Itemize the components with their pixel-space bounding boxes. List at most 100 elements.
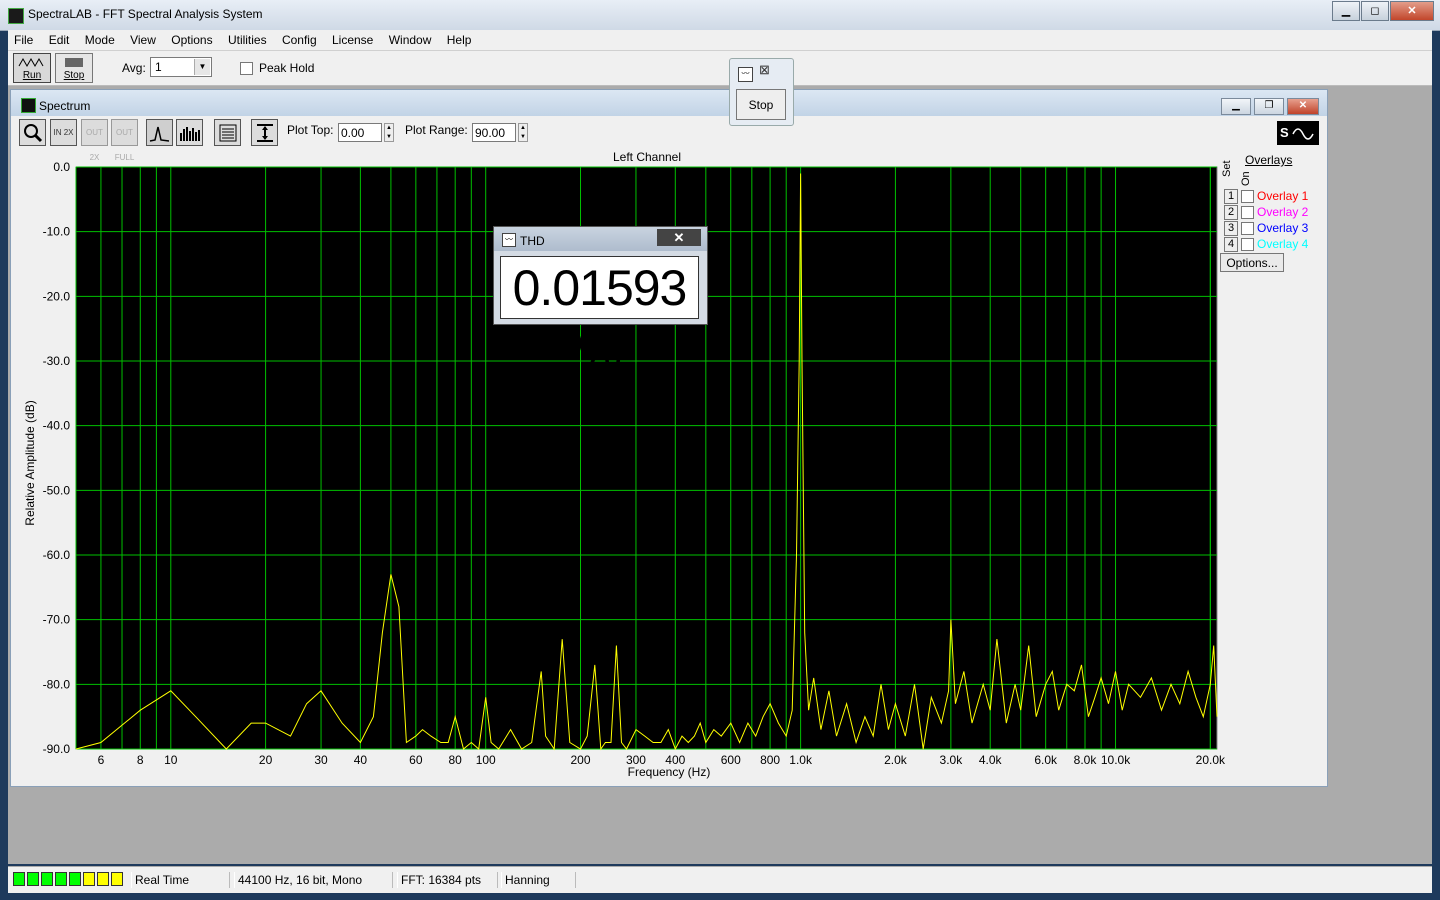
overlay-checkbox-1[interactable] [1241,190,1254,203]
x-tick-label: 6.0k [1034,753,1058,767]
x-tick-label: 20 [259,753,273,767]
x-tick-label: 80 [449,753,463,767]
line-plot-icon[interactable] [146,119,173,146]
meter-segment [111,872,123,886]
y-tick-label: -60.0 [43,548,71,562]
chevron-down-icon[interactable]: ▼ [194,59,210,75]
autoscale-icon[interactable] [251,119,278,146]
sine-wave-logo-icon [1292,127,1314,140]
window-titlebar: SpectraLAB - FFT Spectral Analysis Syste… [0,0,1440,31]
x-tick-label: 8 [137,753,144,767]
peak-hold-label: Peak Hold [259,61,315,75]
overlay-set-button-1[interactable]: 1 [1224,189,1238,204]
overlay-checkbox-3[interactable] [1241,222,1254,235]
meter-segment [27,872,39,886]
peak-hold-checkbox[interactable] [240,62,253,75]
window-controls: ▁ ◻ ✕ [1331,1,1434,21]
stop-icon [65,58,83,67]
x-tick-label: 600 [721,753,741,767]
y-tick-label: -90.0 [43,742,71,756]
y-tick-label: -70.0 [43,613,71,627]
overlay-label-4: Overlay 4 [1257,237,1309,251]
set-header: Set [1221,160,1233,177]
spectrum-restore-button[interactable]: ❐ [1254,98,1284,115]
y-tick-label: -50.0 [43,483,71,497]
status-bar: Real Time 44100 Hz, 16 bit, Mono FFT: 16… [8,866,1432,893]
x-axis-label: Frequency (Hz) [628,765,711,779]
maximize-button[interactable]: ◻ [1361,1,1389,21]
popup-close-icon[interactable]: ⊠ [759,62,770,78]
menu-bar: File Edit Mode View Options Utilities Co… [8,30,1432,51]
spectrum-window-controls: ▁ ❐ ✕ [1218,98,1319,115]
run-wave-icon [18,57,44,68]
x-tick-label: 8.0k [1074,753,1098,767]
zoom-full-button[interactable]: OUT FULL [111,119,138,162]
stop-popup-window: 〰 ⊠ Stop [729,58,794,126]
y-tick-label: -40.0 [43,419,71,433]
x-tick-label: 10 [164,753,178,767]
plot-top-label: Plot Top: [287,123,334,137]
menu-help[interactable]: Help [441,30,478,50]
run-button[interactable]: Run [13,53,51,83]
overlay-set-button-4[interactable]: 4 [1224,237,1238,252]
plot-range-spinner[interactable]: ▲ ▼ [518,123,528,142]
overlay-checkbox-4[interactable] [1241,238,1254,251]
y-axis-label: Relative Amplitude (dB) [23,400,37,525]
menu-license[interactable]: License [326,30,379,50]
menu-config[interactable]: Config [276,30,323,50]
x-tick-label: 100 [476,753,496,767]
overlay-options-button[interactable]: Options... [1220,253,1284,272]
plot-top-spinner[interactable]: ▲ ▼ [384,123,394,142]
meter-segment [13,872,25,886]
bar-plot-icon[interactable] [176,119,203,146]
spectrum-title: Spectrum [39,99,91,113]
popup-stop-button[interactable]: Stop [736,89,786,120]
plot-range-input[interactable]: 90.00 [472,123,516,142]
run-label: Run [22,70,42,81]
overlay-set-button-3[interactable]: 3 [1224,221,1238,236]
status-fft: FFT: 16384 pts [397,872,498,888]
y-tick-label: 0.0 [53,160,70,174]
menu-mode[interactable]: Mode [79,30,121,50]
y-tick-label: -30.0 [43,354,71,368]
avg-label: Avg: [122,61,146,75]
overlay-checkbox-2[interactable] [1241,206,1254,219]
menu-window[interactable]: Window [383,30,438,50]
meter-segment [41,872,53,886]
x-tick-label: 20.0k [1196,753,1226,767]
minimize-button[interactable]: ▁ [1332,1,1360,21]
y-tick-labels: 0.0 -10.0 -20.0 -30.0 -40.0 -50.0 -60.0 -70.0 -8… [43,160,71,756]
stop-label: Stop [63,70,85,81]
menu-options[interactable]: Options [165,30,218,50]
thd-titlebar: 〰 THD ✕ [494,227,707,251]
zoom-out-2x-button[interactable]: OUT 2X [81,119,108,162]
x-tick-label: 10.0k [1101,753,1131,767]
y-tick-label: -20.0 [43,289,71,303]
spectrum-icon [21,98,36,113]
menu-edit[interactable]: Edit [43,30,76,50]
magnifier-icon[interactable] [19,119,46,146]
spectrum-close-button[interactable]: ✕ [1287,98,1319,115]
menu-file[interactable]: File [8,30,39,50]
thd-readout-window: 〰 THD ✕ 0.01593 % [493,226,708,378]
x-tick-label: 40 [354,753,368,767]
menu-view[interactable]: View [124,30,162,50]
overlay-set-button-2[interactable]: 2 [1224,205,1238,220]
plot-top-input[interactable]: 0.00 [338,123,382,142]
x-tick-label: 4.0k [979,753,1003,767]
avg-select[interactable]: 1 ▼ [150,57,212,77]
thd-close-button[interactable]: ✕ [657,229,701,246]
thd-value: 0.01593 % [500,256,699,378]
stop-button[interactable]: Stop [55,53,93,83]
close-button[interactable]: ✕ [1390,1,1434,21]
spectrogram-icon[interactable] [214,119,241,146]
meter-segment [97,872,109,886]
spectrum-minimize-button[interactable]: ▁ [1221,98,1251,115]
overlay-label-2: Overlay 2 [1257,205,1309,219]
menu-utilities[interactable]: Utilities [222,30,273,50]
meter-segment [55,872,67,886]
zoom-in-2x-button[interactable]: IN 2X [50,119,77,146]
meter-segment [69,872,81,886]
status-mode: Real Time [131,872,230,888]
x-tick-label: 6 [98,753,105,767]
